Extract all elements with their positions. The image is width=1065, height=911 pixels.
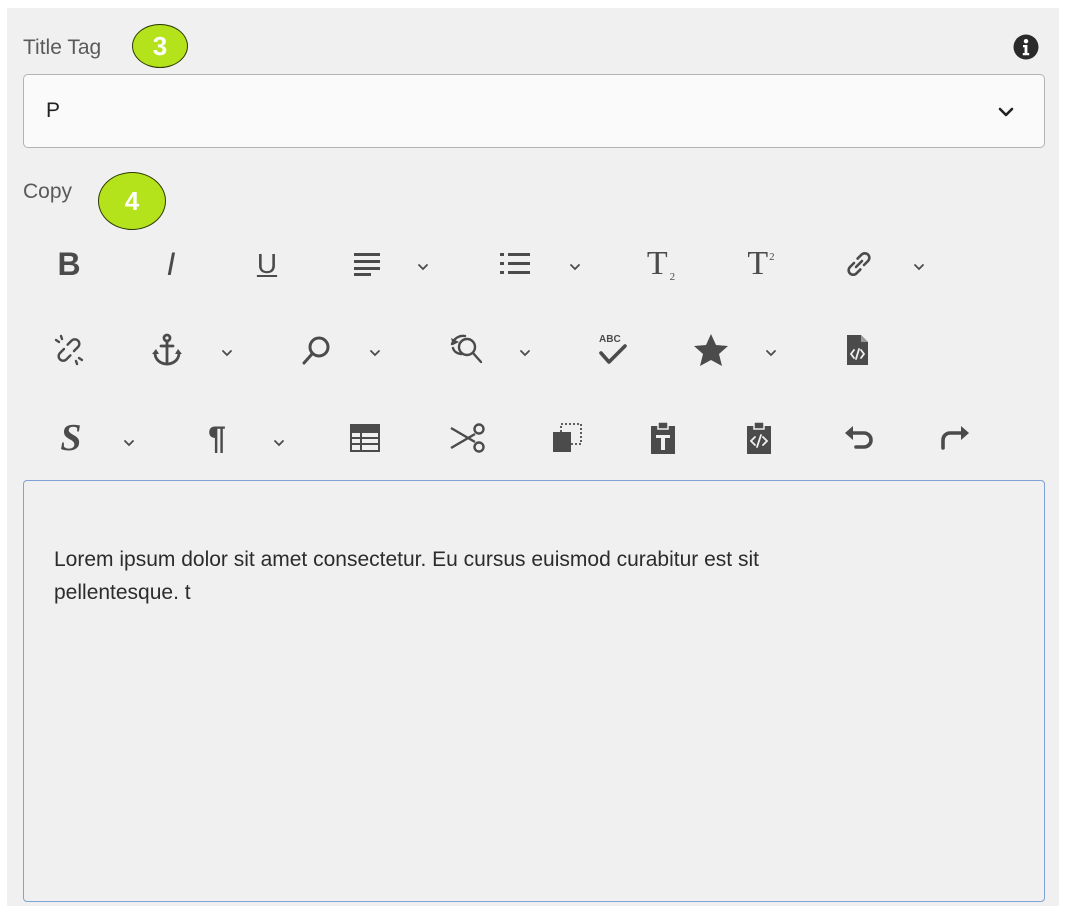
paste-as-html-icon xyxy=(747,421,771,454)
styles-dropdown-chevron-icon[interactable] xyxy=(123,435,135,453)
source-code-file-icon xyxy=(847,335,868,365)
list-dropdown-chevron-icon[interactable] xyxy=(569,259,581,277)
link-icon xyxy=(847,251,871,277)
underline-icon: U xyxy=(256,248,278,279)
superscript-mark: 2 xyxy=(769,251,775,263)
table-button[interactable] xyxy=(345,418,385,458)
paste-as-text-icon xyxy=(651,421,675,454)
paste-text-button[interactable] xyxy=(643,418,683,458)
list-button[interactable] xyxy=(495,244,535,284)
styles-icon: S xyxy=(60,417,82,459)
superscript-icon: T2 xyxy=(747,245,774,283)
scissors-icon xyxy=(450,423,485,453)
copy-icon xyxy=(553,423,582,452)
paragraph-format-button[interactable]: ¶ xyxy=(197,418,237,458)
search-icon xyxy=(302,336,330,365)
find-replace-dropdown-chevron-icon[interactable] xyxy=(519,345,531,363)
editor-content[interactable]: Lorem ipsum dolor sit amet consectetur. … xyxy=(54,543,874,609)
star-icon xyxy=(694,334,728,366)
find-replace-button[interactable] xyxy=(447,330,487,370)
redo-icon xyxy=(941,426,969,450)
paste-html-button[interactable] xyxy=(739,418,779,458)
styles-button[interactable]: S xyxy=(51,417,91,459)
unlink-icon xyxy=(54,334,84,366)
align-justify-icon xyxy=(354,253,380,276)
subscript-mark: 2 xyxy=(669,271,676,283)
find-replace-icon xyxy=(450,334,483,364)
anchor-dropdown-chevron-icon[interactable] xyxy=(221,345,233,363)
undo-icon xyxy=(845,426,873,449)
info-circle-icon[interactable] xyxy=(1013,34,1039,65)
title-tag-select[interactable]: P xyxy=(23,74,1045,148)
undo-button[interactable] xyxy=(839,418,879,458)
step-badge-4: 4 xyxy=(98,172,166,230)
paragraph-dropdown-chevron-icon[interactable] xyxy=(273,435,285,453)
cut-button[interactable] xyxy=(447,418,487,458)
bold-button[interactable]: B xyxy=(49,244,89,284)
justify-button[interactable] xyxy=(347,244,387,284)
italic-icon: I xyxy=(166,246,176,282)
copy-label: Copy xyxy=(23,180,73,203)
anchor-button[interactable] xyxy=(147,330,187,370)
source-edit-button[interactable] xyxy=(837,330,877,370)
underline-button[interactable]: U xyxy=(247,244,287,284)
component-properties-panel: Title Tag 3 P Copy 4 B I U T2 T2 ABC S ¶… xyxy=(7,8,1059,906)
superscript-letter: T xyxy=(747,245,769,282)
link-button[interactable] xyxy=(839,244,879,284)
paragraph-icon: ¶ xyxy=(208,419,226,456)
superscript-button[interactable]: T2 xyxy=(739,244,783,284)
title-tag-selected-value: P xyxy=(46,99,61,122)
subscript-icon: T2 xyxy=(647,245,675,283)
find-button[interactable] xyxy=(297,330,337,370)
step-badge-3: 3 xyxy=(132,24,188,68)
redo-button[interactable] xyxy=(935,418,975,458)
title-tag-label: Title Tag xyxy=(23,36,102,59)
italic-button[interactable]: I xyxy=(151,244,191,284)
subscript-button[interactable]: T2 xyxy=(639,244,683,284)
copy-button[interactable] xyxy=(547,418,587,458)
special-characters-button[interactable] xyxy=(691,330,731,370)
anchor-icon xyxy=(152,333,182,366)
justify-dropdown-chevron-icon[interactable] xyxy=(417,259,429,277)
bulleted-list-icon xyxy=(500,253,530,274)
spellcheck-button[interactable]: ABC xyxy=(593,330,633,370)
rich-text-editor[interactable]: Lorem ipsum dolor sit amet consectetur. … xyxy=(23,480,1045,902)
table-icon xyxy=(350,424,380,452)
special-characters-dropdown-chevron-icon[interactable] xyxy=(765,345,777,363)
unlink-button[interactable] xyxy=(49,330,89,370)
subscript-letter: T xyxy=(646,245,668,282)
find-dropdown-chevron-icon[interactable] xyxy=(369,345,381,363)
spellcheck-icon: ABC xyxy=(595,332,631,368)
link-dropdown-chevron-icon[interactable] xyxy=(913,259,925,277)
bold-icon: B xyxy=(57,246,81,282)
chevron-down-icon xyxy=(998,105,1014,123)
